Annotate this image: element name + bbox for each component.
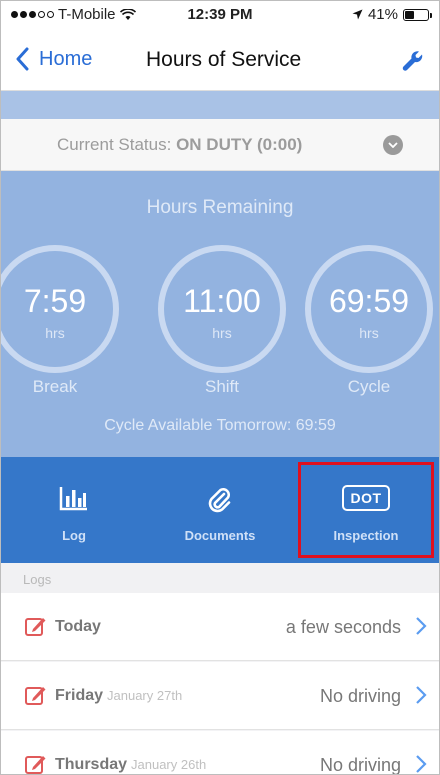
current-status-value: ON DUTY (0:00) <box>176 135 303 154</box>
break-value: 7:59 <box>23 283 87 319</box>
tab-documents-label: Documents <box>184 528 256 543</box>
paperclip-icon <box>208 488 231 513</box>
chevron-left-icon <box>16 47 29 71</box>
shift-circle: 11:00 hrs <box>158 245 286 373</box>
break-label: Break <box>32 377 78 396</box>
wrench-icon <box>402 51 423 71</box>
shift-label: Shift <box>204 377 240 396</box>
location-arrow-icon <box>352 9 363 20</box>
app-frame: T-Mobile 12:39 PM 41% Home Hours of Serv… <box>0 0 440 775</box>
log-status: a few seconds <box>285 617 401 637</box>
log-status: No driving <box>319 755 401 775</box>
status-dropdown-toggle[interactable] <box>383 135 403 155</box>
cycle-value: 69:59 <box>328 283 410 319</box>
cycle-available-note: Cycle Available Tomorrow: 69:59 <box>104 417 336 434</box>
back-button-label: Home <box>39 47 93 70</box>
battery-icon <box>403 8 432 21</box>
tab-inspection[interactable]: DOT Inspection <box>293 457 439 563</box>
log-date: January 27th <box>107 688 183 703</box>
hours-remaining-panel: Hours Remaining 7:59 hrs Break 11:00 hrs… <box>1 171 439 457</box>
edit-pencil-icon <box>25 618 46 636</box>
logs-section-header: Logs <box>1 563 439 593</box>
tab-log[interactable]: Log <box>1 457 147 563</box>
current-status-row[interactable]: Current Status: ON DUTY (0:00) <box>1 119 439 171</box>
cycle-unit: hrs <box>359 325 379 341</box>
log-day-name: Thursday <box>55 756 128 773</box>
action-tab-bar: Log Documents DOT Inspection <box>1 457 439 563</box>
bar-chart-icon <box>59 487 87 511</box>
current-status-text: Current Status: ON DUTY (0:00) <box>57 135 302 155</box>
edit-pencil-icon <box>25 756 46 774</box>
log-day: Today <box>55 618 105 636</box>
log-day: Thursday January 26th <box>55 756 206 774</box>
edit-pencil-icon <box>25 687 46 705</box>
battery-percent: 41% <box>367 6 398 23</box>
log-row-friday[interactable]: Friday January 27th No driving <box>1 662 439 730</box>
chevron-right-icon <box>416 617 427 635</box>
chevron-right-icon <box>416 755 427 773</box>
back-button[interactable]: Home <box>15 47 92 71</box>
log-date: January 26th <box>131 757 207 772</box>
shift-value: 11:00 <box>183 283 261 319</box>
settings-wrench-button[interactable] <box>401 49 425 78</box>
log-day-name: Friday <box>55 687 104 704</box>
dot-badge-icon: DOT <box>342 485 390 511</box>
chevron-right-icon <box>416 686 427 704</box>
break-unit: hrs <box>45 325 65 341</box>
tab-documents[interactable]: Documents <box>147 457 293 563</box>
log-day-name: Today <box>55 618 101 635</box>
chevron-down-icon <box>388 142 398 148</box>
log-row-today[interactable]: Today a few seconds <box>1 593 439 661</box>
page-title: Hours of Service <box>146 48 302 71</box>
shift-unit: hrs <box>212 325 232 341</box>
header-strip <box>1 91 439 119</box>
status-bar: T-Mobile 12:39 PM 41% <box>1 1 439 29</box>
hours-remaining-title: Hours Remaining <box>146 197 294 218</box>
current-status-label: Current Status: <box>57 135 172 154</box>
tab-inspection-label: Inspection <box>333 528 399 543</box>
navigation-bar: Home Hours of Service <box>1 29 439 91</box>
status-right: 41% <box>352 6 432 23</box>
log-row-thursday[interactable]: Thursday January 26th No driving <box>1 731 439 775</box>
cycle-label: Cycle <box>347 377 391 396</box>
cycle-circle: 69:59 hrs <box>305 245 433 373</box>
break-circle: 7:59 hrs <box>1 245 119 373</box>
tab-log-label: Log <box>62 528 86 543</box>
log-status: No driving <box>319 686 401 706</box>
log-day: Friday January 27th <box>55 687 182 705</box>
